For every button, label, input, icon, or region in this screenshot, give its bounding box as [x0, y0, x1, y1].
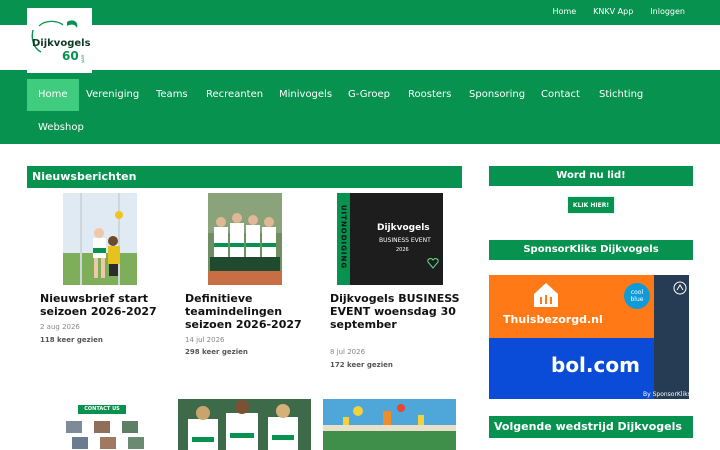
contact-photo [100, 437, 116, 449]
nav-item-minivogels[interactable]: Minivogels [268, 79, 343, 111]
sponsor-heading: SponsorKliks Dijkvogels [489, 240, 693, 260]
logo-badge: 60 [62, 49, 79, 63]
nav-item-webshop[interactable]: Webshop [27, 112, 95, 144]
nav-item-home[interactable]: Home [27, 79, 79, 111]
event-side-text: UITNODIGING [339, 204, 348, 270]
nav-item-stichting[interactable]: Stichting [588, 79, 654, 111]
top-links: Home KNKV App Inloggen [553, 7, 685, 16]
field-event-photo [323, 399, 456, 450]
contact-photo [122, 421, 138, 433]
heart-icon [427, 258, 439, 269]
coolblue-badge: cool blue [624, 283, 650, 309]
contact-photo [72, 437, 88, 449]
news-date-3: 8 jul 2026 [330, 348, 366, 356]
news-image-2[interactable] [208, 193, 282, 285]
dijkvogels-logo-icon: Dijkvogels 60 JAAR [31, 20, 91, 64]
team-photo [208, 193, 282, 285]
member-heading: Word nu lid! [489, 166, 693, 186]
contact-us-label: CONTACT US [78, 405, 126, 414]
top-link-knkv-app[interactable]: KNKV App [593, 7, 633, 16]
main-nav: Home Vereniging Teams Recreanten Minivog… [0, 70, 720, 144]
news-title-2[interactable]: Definitieve teamindelingen seizoen 2026-… [185, 292, 315, 331]
sponsor-logo-icon [673, 281, 687, 295]
event-line-3: 2026 [396, 247, 409, 253]
bol-text: bol.com [551, 353, 640, 377]
news-image-6[interactable] [323, 399, 456, 450]
event-line-2: BUSINESS EVENT [379, 237, 431, 244]
top-bar: Home KNKV App Inloggen [0, 0, 720, 25]
sponsorkliks-banner[interactable]: Thuisbezorgd.nl cool blue bol.com [489, 275, 689, 399]
contact-photo [66, 421, 82, 433]
event-line-1: Dijkvogels [377, 223, 430, 233]
korfball-match-photo [63, 193, 137, 285]
next-match-heading: Volgende wedstrijd Dijkvogels 1 [489, 416, 693, 450]
news-views-1: 118 keer gezien [40, 336, 103, 344]
news-title-1[interactable]: Nieuwsbrief start seizoen 2026-2027 [40, 292, 170, 318]
logo-text: Dijkvogels [32, 38, 91, 49]
join-button[interactable]: KLIK HIER! [567, 196, 615, 214]
news-image-5[interactable] [178, 399, 311, 450]
news-date-2: 14 jul 2026 [185, 336, 225, 344]
top-link-login[interactable]: Inloggen [650, 7, 685, 16]
contact-photo [128, 437, 144, 449]
nav-item-teams[interactable]: Teams [145, 79, 199, 111]
news-title-3[interactable]: Dijkvogels BUSINESS EVENT woensdag 30 se… [330, 292, 460, 331]
news-image-1[interactable] [63, 193, 137, 285]
news-views-2: 298 keer gezien [185, 348, 248, 356]
logo-badge-suffix: JAAR [81, 54, 85, 64]
nav-item-vereniging[interactable]: Vereniging [75, 79, 150, 111]
news-date-1: 2 aug 2026 [40, 323, 80, 331]
news-image-3[interactable]: UITNODIGING Dijkvogels BUSINESS EVENT 20… [337, 193, 443, 285]
news-image-4[interactable]: CONTACT US [48, 399, 166, 450]
top-link-home[interactable]: Home [553, 7, 577, 16]
nav-item-recreanten[interactable]: Recreanten [195, 79, 274, 111]
thuisbezorgd-text: Thuisbezorgd.nl [503, 313, 603, 326]
news-heading: Nieuwsberichten [27, 166, 462, 188]
nav-item-sponsoring[interactable]: Sponsoring [458, 79, 536, 111]
banner-credit: By SponsorKliks [643, 391, 691, 398]
takeaway-icon [534, 283, 558, 307]
nav-item-g-groep[interactable]: G-Groep [337, 79, 401, 111]
news-views-3: 172 keer gezien [330, 361, 393, 369]
contact-photo [94, 421, 110, 433]
site-logo[interactable]: Dijkvogels 60 JAAR [27, 8, 92, 73]
nav-item-contact[interactable]: Contact [530, 79, 591, 111]
header-band [0, 25, 720, 70]
nav-item-roosters[interactable]: Roosters [397, 79, 462, 111]
players-back-photo [178, 399, 311, 450]
